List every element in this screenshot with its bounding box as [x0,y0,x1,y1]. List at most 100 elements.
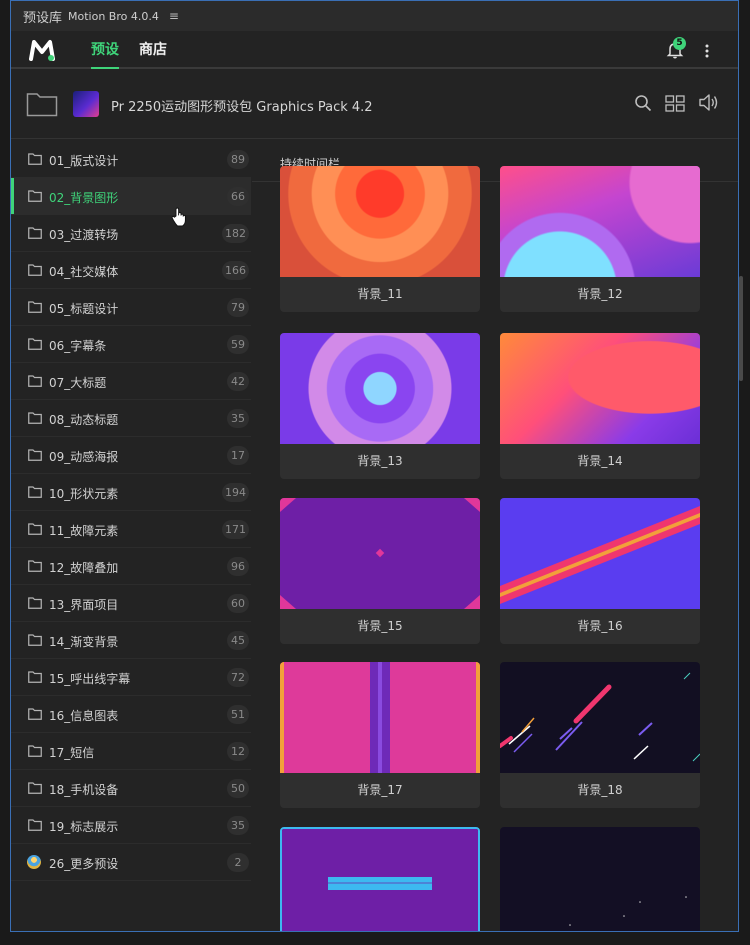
preset-card[interactable]: 背景_18 [500,662,700,808]
hand-cursor-icon [171,207,186,227]
category-count: 72 [227,668,249,687]
preset-card[interactable]: 背景_17 [280,662,480,808]
category-count: 50 [227,779,249,798]
folder-icon [28,819,42,831]
category-item[interactable]: 13_界面项目 60 [11,585,251,622]
preset-grid-area: 持续时间栏 背景_11 背景_12 背景_13 背景_14 背景_15 背景_1… [252,141,738,931]
scrollbar-thumb[interactable] [739,276,743,381]
category-item[interactable]: 11_故障元素 171 [11,511,251,548]
category-item[interactable]: 16_信息图表 51 [11,696,251,733]
category-count: 2 [227,853,249,872]
preset-thumbnail [280,333,480,444]
preset-thumbnail [282,829,478,931]
category-item[interactable]: 06_字幕条 59 [11,326,251,363]
preset-thumbnail [500,166,700,277]
preset-thumbnail [500,333,700,444]
preset-name: 背景_18 [577,783,623,797]
preset-name: 背景_15 [357,619,403,633]
category-item[interactable]: 03_过渡转场 182 [11,215,251,252]
category-label: 04_社交媒体 [49,265,119,279]
active-indicator [11,178,14,214]
preset-card[interactable] [500,827,700,931]
category-item[interactable]: 01_版式设计 89 [11,141,251,178]
tab-presets[interactable]: 预设 [91,39,119,69]
speaker-icon[interactable] [699,93,719,112]
category-label: 09_动感海报 [49,450,119,464]
category-label: 12_故障叠加 [49,561,119,575]
category-label: 11_故障元素 [49,524,119,538]
category-count: 79 [227,298,249,317]
folder-icon [28,264,42,276]
folder-icon[interactable] [26,91,58,117]
preset-thumbnail [280,498,480,609]
category-item[interactable]: 08_动态标题 35 [11,400,251,437]
preset-name: 背景_12 [577,287,623,301]
category-item[interactable]: 17_短信 12 [11,733,251,770]
folder-icon [28,671,42,683]
category-count: 166 [222,261,249,280]
preset-name: 背景_17 [357,783,403,797]
preset-name: 背景_14 [577,454,623,468]
category-label: 26_更多预设 [49,857,119,871]
category-count: 59 [227,335,249,354]
preset-card[interactable]: 背景_13 [280,333,480,479]
hamburger-icon[interactable]: ≡ [169,9,179,23]
category-item[interactable]: 07_大标题 42 [11,363,251,400]
preset-card[interactable]: 背景_15 [280,498,480,644]
folder-icon [28,634,42,646]
category-count: 45 [227,631,249,650]
category-count: 35 [227,409,249,428]
category-list: 01_版式设计 89 02_背景图形 66 03_过渡转场 182 04_社交媒… [11,141,251,881]
category-count: 66 [227,187,249,206]
category-count: 35 [227,816,249,835]
panel-titlebar: 预设库 Motion Bro 4.0.4 ≡ [11,1,738,31]
folder-icon [28,708,42,720]
folder-icon [28,227,42,239]
preset-name: 背景_16 [577,619,623,633]
category-count: 60 [227,594,249,613]
category-item[interactable]: 26_更多预设 2 [11,844,251,881]
preset-card[interactable]: 背景_11 [280,166,480,312]
category-count: 12 [227,742,249,761]
category-count: 89 [227,150,249,169]
preset-thumbnail [280,662,480,773]
category-item[interactable]: 18_手机设备 50 [11,770,251,807]
category-item[interactable]: 10_形状元素 194 [11,474,251,511]
more-options-icon[interactable] [704,43,710,59]
category-item[interactable]: 15_呼出线字幕 72 [11,659,251,696]
category-label: 19_标志展示 [49,820,119,834]
category-count: 42 [227,372,249,391]
category-item[interactable]: 14_渐变背景 45 [11,622,251,659]
folder-icon [28,597,42,609]
category-item-active[interactable]: 02_背景图形 66 [11,178,251,215]
tab-store[interactable]: 商店 [139,39,167,69]
folder-icon [28,338,42,350]
pack-title: Pr 2250运动图形预设包 Graphics Pack 4.2 [111,100,373,115]
category-item[interactable]: 12_故障叠加 96 [11,548,251,585]
category-count: 96 [227,557,249,576]
category-item[interactable]: 09_动感海报 17 [11,437,251,474]
category-label: 03_过渡转场 [49,228,119,242]
grid-view-icon[interactable] [665,95,685,112]
pack-header: Pr 2250运动图形预设包 Graphics Pack 4.2 [11,71,738,139]
more-presets-avatar-icon [27,855,41,869]
category-count: 171 [222,520,249,539]
folder-icon [28,449,42,461]
preset-name: 背景_13 [357,454,403,468]
preset-card[interactable]: 背景_12 [500,166,700,312]
category-count: 17 [227,446,249,465]
search-icon[interactable] [634,94,652,112]
preset-thumbnail [500,827,700,931]
category-item[interactable]: 04_社交媒体 166 [11,252,251,289]
motion-bro-logo-icon [29,40,55,61]
folder-icon [28,486,42,498]
folder-icon [28,375,42,387]
category-label: 16_信息图表 [49,709,119,723]
category-label: 08_动态标题 [49,413,119,427]
category-label: 18_手机设备 [49,783,119,797]
preset-card[interactable]: 背景_16 [500,498,700,644]
category-item[interactable]: 05_标题设计 79 [11,289,251,326]
preset-card-selected[interactable] [280,827,480,931]
preset-card[interactable]: 背景_14 [500,333,700,479]
category-item[interactable]: 19_标志展示 35 [11,807,251,844]
